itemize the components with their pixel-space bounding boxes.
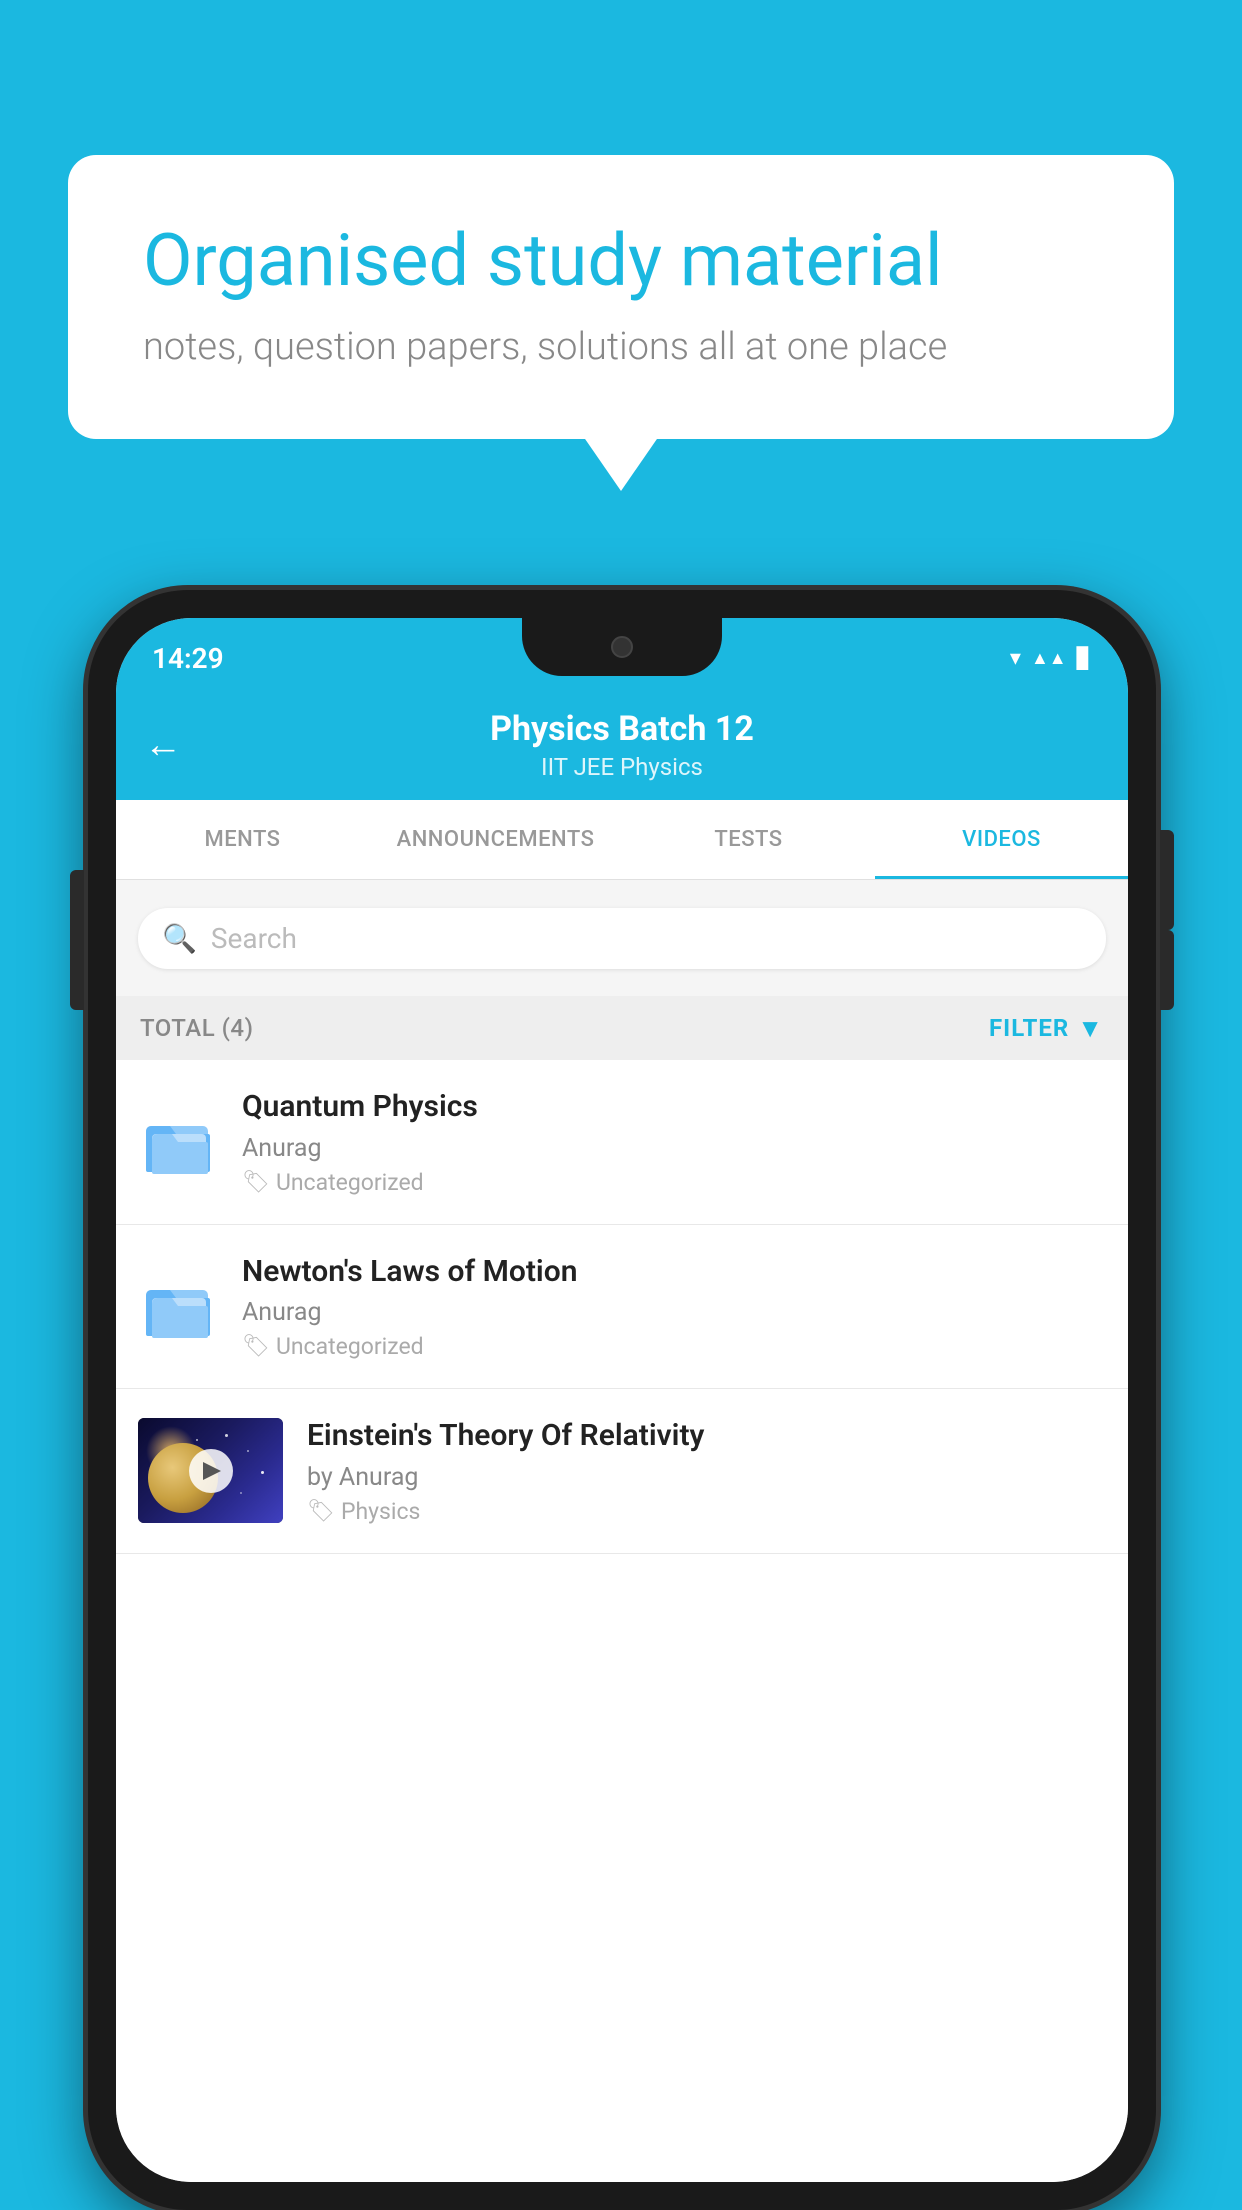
header-title-block: Physics Batch 12 IIT JEE Physics bbox=[490, 709, 754, 781]
video-thumbnail bbox=[138, 1418, 283, 1523]
header-title: Physics Batch 12 bbox=[490, 709, 754, 749]
video-info: Newton's Laws of Motion Anurag 🏷 Uncateg… bbox=[242, 1253, 1106, 1361]
search-placeholder: Search bbox=[211, 922, 297, 955]
video-title: Quantum Physics bbox=[242, 1088, 1106, 1126]
speech-bubble-container: Organised study material notes, question… bbox=[68, 155, 1174, 439]
video-info: Einstein's Theory Of Relativity by Anura… bbox=[307, 1417, 1106, 1525]
tab-announcements[interactable]: ANNOUNCEMENTS bbox=[369, 800, 622, 879]
list-item[interactable]: Quantum Physics Anurag 🏷 Uncategorized bbox=[116, 1060, 1128, 1225]
tag-icon: 🏷 bbox=[242, 1170, 270, 1195]
tab-tests[interactable]: TESTS bbox=[622, 800, 875, 879]
camera-dot bbox=[611, 636, 633, 658]
folder-icon-wrap bbox=[138, 1102, 218, 1182]
signal-icon: ▲▲ bbox=[1031, 648, 1067, 669]
video-author: Anurag bbox=[242, 1298, 1106, 1327]
header-subtitle: IIT JEE Physics bbox=[490, 753, 754, 781]
tag-label: Physics bbox=[341, 1498, 420, 1525]
filter-row: TOTAL (4) FILTER ▼ bbox=[116, 996, 1128, 1060]
video-list: Quantum Physics Anurag 🏷 Uncategorized bbox=[116, 1060, 1128, 2182]
battery-icon: ▊ bbox=[1077, 646, 1092, 670]
tabs-bar: MENTS ANNOUNCEMENTS TESTS VIDEOS bbox=[116, 800, 1128, 880]
tag-label: Uncategorized bbox=[276, 1169, 424, 1196]
app-header: ← Physics Batch 12 IIT JEE Physics bbox=[116, 690, 1128, 800]
search-container: 🔍 Search bbox=[116, 890, 1128, 987]
phone-mockup: 14:29 ▾ ▲▲ ▊ ← Physics Batch 12 IIT JEE … bbox=[88, 590, 1156, 2210]
bubble-subtitle: notes, question papers, solutions all at… bbox=[143, 325, 1099, 369]
list-item[interactable]: Einstein's Theory Of Relativity by Anura… bbox=[116, 1389, 1128, 1554]
video-tag: 🏷 Uncategorized bbox=[242, 1333, 1106, 1360]
video-title: Newton's Laws of Motion bbox=[242, 1253, 1106, 1291]
tag-label: Uncategorized bbox=[276, 1333, 424, 1360]
bubble-title: Organised study material bbox=[143, 220, 1099, 303]
filter-funnel-icon: ▼ bbox=[1077, 1013, 1104, 1044]
video-tag: 🏷 Physics bbox=[307, 1498, 1106, 1525]
power-button bbox=[1160, 930, 1174, 1010]
tag-icon: 🏷 bbox=[307, 1499, 335, 1524]
speech-bubble: Organised study material notes, question… bbox=[68, 155, 1174, 439]
wifi-icon: ▾ bbox=[1010, 646, 1021, 671]
video-author: by Anurag bbox=[307, 1463, 1106, 1492]
phone-screen: 14:29 ▾ ▲▲ ▊ ← Physics Batch 12 IIT JEE … bbox=[116, 618, 1128, 2182]
folder-icon bbox=[142, 1270, 214, 1342]
filter-button[interactable]: FILTER ▼ bbox=[989, 1013, 1104, 1044]
play-icon bbox=[203, 1462, 221, 1480]
notch bbox=[522, 618, 722, 676]
filter-label: FILTER bbox=[989, 1014, 1069, 1042]
video-author: Anurag bbox=[242, 1134, 1106, 1163]
total-label: TOTAL (4) bbox=[140, 1014, 253, 1042]
back-button[interactable]: ← bbox=[144, 723, 182, 767]
status-icons: ▾ ▲▲ ▊ bbox=[1010, 638, 1092, 671]
tab-ments[interactable]: MENTS bbox=[116, 800, 369, 879]
search-bar[interactable]: 🔍 Search bbox=[138, 908, 1106, 969]
tab-videos[interactable]: VIDEOS bbox=[875, 800, 1128, 879]
video-title: Einstein's Theory Of Relativity bbox=[307, 1417, 1106, 1455]
status-time: 14:29 bbox=[152, 634, 224, 675]
tag-icon: 🏷 bbox=[242, 1334, 270, 1359]
folder-icon-wrap bbox=[138, 1266, 218, 1346]
play-button[interactable] bbox=[189, 1449, 233, 1493]
folder-icon bbox=[142, 1106, 214, 1178]
video-tag: 🏷 Uncategorized bbox=[242, 1169, 1106, 1196]
list-item[interactable]: Newton's Laws of Motion Anurag 🏷 Uncateg… bbox=[116, 1225, 1128, 1390]
video-info: Quantum Physics Anurag 🏷 Uncategorized bbox=[242, 1088, 1106, 1196]
search-icon: 🔍 bbox=[162, 922, 197, 955]
